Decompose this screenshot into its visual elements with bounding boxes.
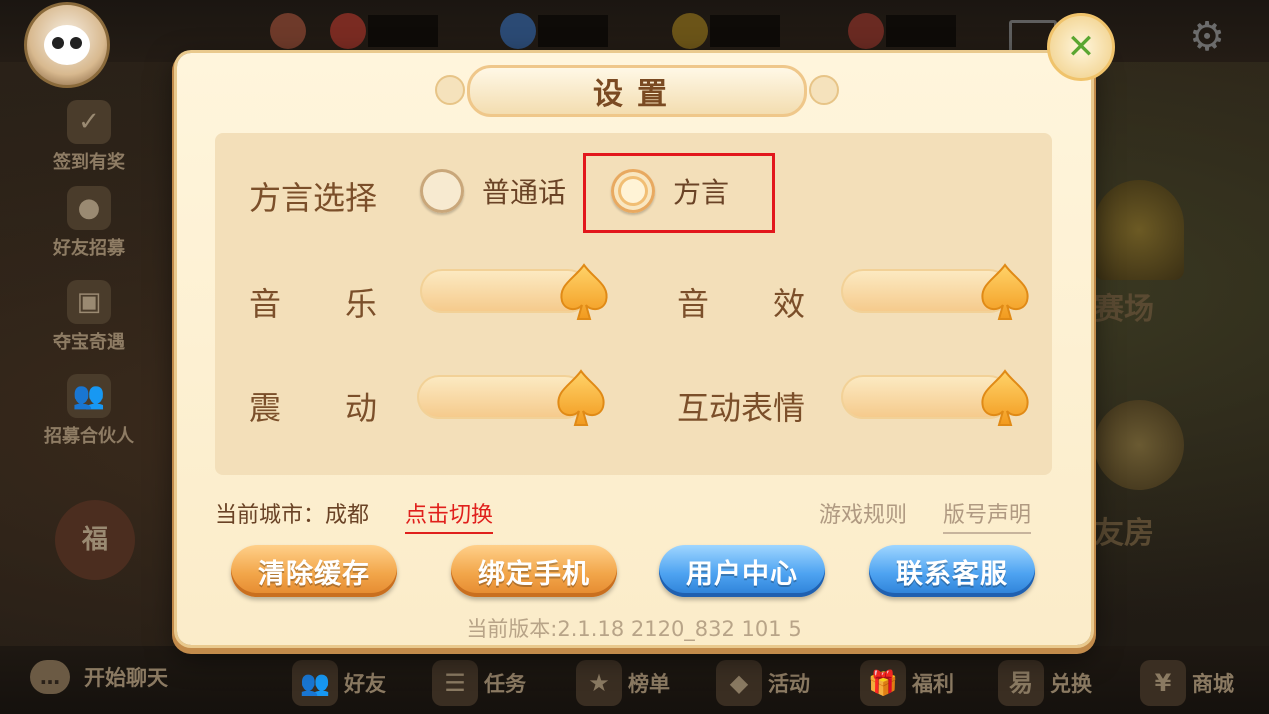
- dialog-title: 设置: [593, 77, 681, 112]
- calendar-icon: ✓: [67, 100, 111, 144]
- nav-tasks[interactable]: ☰ 任务: [432, 660, 526, 706]
- title-ornament-left: [435, 75, 465, 105]
- gear-icon[interactable]: ⚙: [1189, 14, 1225, 60]
- nav-activity[interactable]: ◆ 活动: [716, 660, 810, 706]
- sound-effect-label: 音 效: [677, 285, 806, 323]
- nav-friends[interactable]: 👥 好友: [292, 660, 386, 706]
- people-icon: 👥: [67, 374, 111, 418]
- fortune-god-icon[interactable]: 福: [40, 500, 150, 600]
- emote-label: 互动表情: [677, 389, 806, 427]
- version-text: 当前版本:2.1.18 2120_832 101 5: [466, 617, 802, 641]
- bind-phone-button[interactable]: 绑定手机: [451, 545, 617, 597]
- activity-icon: ◆: [716, 660, 762, 706]
- contact-service-button[interactable]: 联系客服: [869, 545, 1035, 597]
- arena-label: 赛场: [1094, 292, 1154, 327]
- coin-resource: [672, 13, 780, 49]
- dialect-label: 方言选择: [249, 179, 378, 217]
- nav-benefits[interactable]: 🎁 福利: [860, 660, 954, 706]
- emote-slider[interactable]: [841, 369, 1029, 426]
- selection-highlight-box: [583, 153, 775, 233]
- current-city: 当前城市：成都: [215, 503, 370, 528]
- gift-icon: 🎁: [860, 660, 906, 706]
- leaf-close-icon: ✕: [1066, 27, 1096, 67]
- spade-knob-icon[interactable]: [556, 263, 612, 323]
- ticket-resource: [848, 13, 956, 49]
- nav-ranking[interactable]: ★ 榜单: [576, 660, 670, 706]
- resource-bar-1: [270, 13, 306, 49]
- clear-cache-button[interactable]: 清除缓存: [231, 545, 397, 597]
- chat-button[interactable]: … 开始聊天: [30, 660, 168, 694]
- music-label: 音 乐: [249, 285, 378, 323]
- pot-icon: [1094, 400, 1184, 490]
- version-statement-link[interactable]: 版号声明: [943, 497, 1032, 534]
- spade-knob-icon[interactable]: [553, 369, 609, 429]
- dialog-title-plate: 设置: [467, 65, 807, 117]
- nav-exchange[interactable]: 易兑换: [998, 660, 1092, 706]
- sidebar-item-partner[interactable]: 👥 招募合伙人: [34, 374, 144, 448]
- game-rules-link[interactable]: 游戏规则: [819, 497, 907, 529]
- exchange-icon: 易: [998, 660, 1044, 706]
- vibration-label: 震 动: [249, 389, 378, 427]
- settings-dialog: 设置 ✕ 方言选择 普通话 方言 音 乐 音 效 震 动 互动表情 当前城市：成…: [177, 13, 1115, 645]
- diamond-resource: [500, 13, 608, 49]
- spade-knob-icon[interactable]: [977, 369, 1033, 429]
- trophy-icon: [1094, 180, 1184, 280]
- spade-knob-icon[interactable]: [977, 263, 1033, 323]
- radio-mandarin[interactable]: 普通话: [420, 169, 566, 213]
- scroll-icon: ☰: [432, 660, 478, 706]
- title-ornament-right: [809, 75, 839, 105]
- nav-shop[interactable]: ¥ 商城: [1140, 660, 1234, 706]
- sidebar-item-checkin[interactable]: ✓ 签到有奖: [34, 100, 144, 174]
- user-center-button[interactable]: 用户中心: [659, 545, 825, 597]
- avatar[interactable]: [24, 2, 110, 88]
- friends-icon: 👥: [292, 660, 338, 706]
- ruby-resource: [330, 13, 438, 49]
- panda-icon: ●: [67, 186, 111, 230]
- vibration-slider[interactable]: [417, 369, 605, 426]
- radio-button[interactable]: [420, 169, 464, 213]
- shop-icon: ¥: [1140, 660, 1186, 706]
- sidebar-item-invite[interactable]: ● 好友招募: [34, 186, 144, 260]
- music-slider[interactable]: [420, 263, 608, 320]
- friend-room-label: 友房: [1094, 516, 1154, 551]
- medal-icon: ★: [576, 660, 622, 706]
- sidebar-item-treasure[interactable]: ▣ 夺宝奇遇: [34, 280, 144, 354]
- switch-city-link[interactable]: 点击切换: [405, 497, 494, 534]
- chat-bubble-icon: …: [30, 660, 70, 694]
- sound-effect-slider[interactable]: [841, 263, 1029, 320]
- close-button[interactable]: ✕: [1047, 13, 1115, 81]
- treasure-chest-icon: ▣: [67, 280, 111, 324]
